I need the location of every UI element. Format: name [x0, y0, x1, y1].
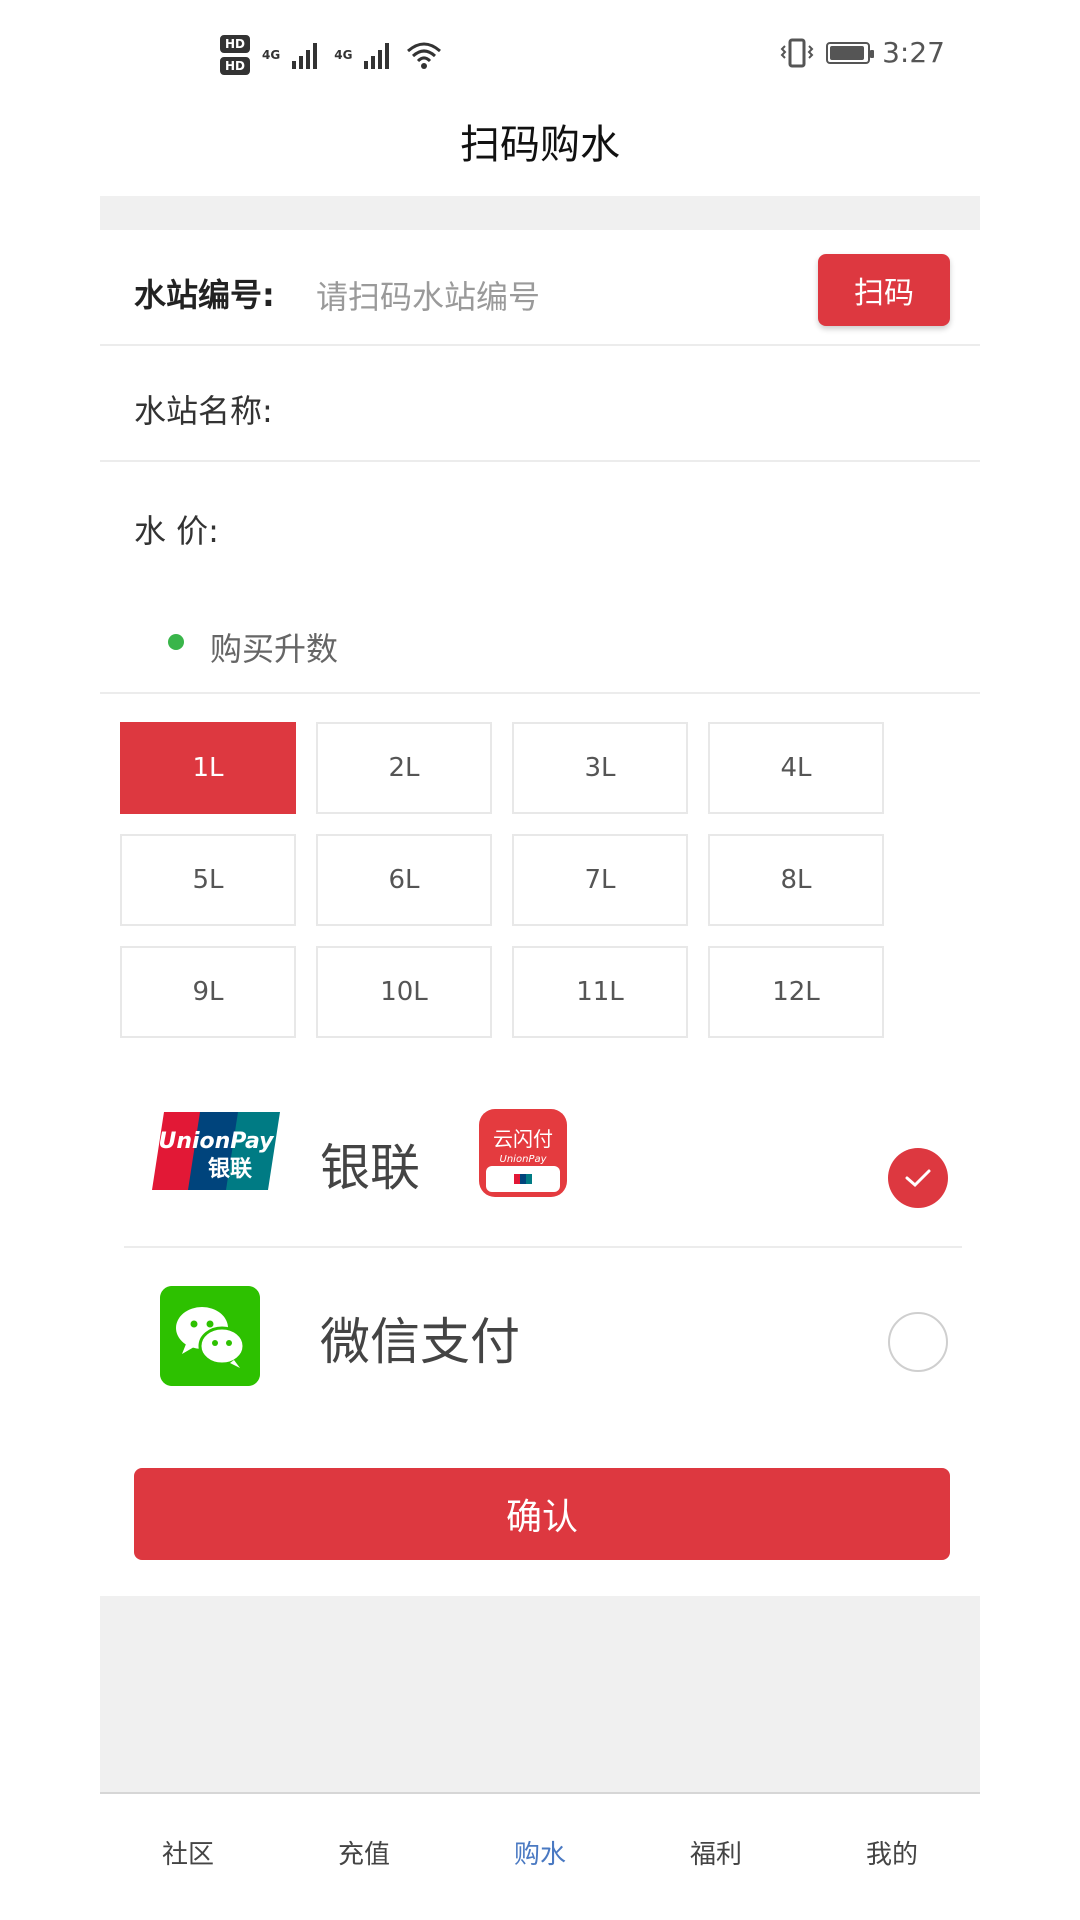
liter-option-5L[interactable]: 5L [120, 834, 296, 926]
divider [100, 692, 980, 694]
check-icon [905, 1169, 931, 1188]
page-title: 扫码购水 [460, 122, 620, 168]
battery-icon [826, 41, 875, 64]
liter-option-2L[interactable]: 2L [316, 722, 492, 814]
liter-option-8L[interactable]: 8L [708, 834, 884, 926]
svg-text:银联: 银联 [208, 1157, 252, 1182]
wechat-pay-radio[interactable] [888, 1312, 948, 1372]
svg-text:云闪付: 云闪付 [493, 1127, 553, 1151]
hd-badge: HD [220, 57, 251, 75]
confirm-button[interactable]: 确认 [134, 1468, 950, 1560]
yunshanfu-app-icon: 云闪付 UnionPay [479, 1109, 567, 1197]
liter-option-12L[interactable]: 12L [708, 946, 884, 1038]
liter-option-7L[interactable]: 7L [512, 834, 688, 926]
status-bar-left: HD HD 4G 4G [220, 30, 442, 80]
tab-community[interactable]: 社区 [100, 1794, 276, 1920]
liter-option-10L[interactable]: 10L [316, 946, 492, 1038]
clock: 3:27 [882, 36, 945, 69]
unionpay-logo-icon: UnionPay 银联 [152, 1112, 280, 1190]
signal-icon [364, 43, 390, 69]
liter-options: 1L 2L 3L 4L 5L 6L 7L 8L 9L 10L 11L 12L [120, 722, 884, 1038]
bottom-tab-bar: 社区 充值 购水 福利 我的 [100, 1794, 980, 1920]
divider [124, 1246, 962, 1248]
station-code-input[interactable]: 请扫码水站编号 [316, 272, 540, 318]
tab-benefits[interactable]: 福利 [628, 1794, 804, 1920]
wifi-icon [407, 42, 442, 69]
station-name-label: 水站名称: [134, 392, 273, 430]
tab-recharge[interactable]: 充值 [276, 1794, 452, 1920]
liter-option-6L[interactable]: 6L [316, 834, 492, 926]
liter-option-9L[interactable]: 9L [120, 946, 296, 1038]
network-type: 4G [262, 48, 281, 62]
wechat-logo-icon [160, 1286, 260, 1386]
bullet-dot [168, 634, 184, 650]
unionpay-radio-checked[interactable] [888, 1148, 948, 1208]
empty-area [100, 1596, 980, 1792]
liter-option-1L[interactable]: 1L [120, 722, 296, 814]
water-price-label: 水 价: [134, 512, 219, 550]
hd-badge: HD [220, 35, 251, 53]
section-divider [100, 196, 980, 230]
hd-indicators: HD HD [220, 35, 251, 75]
station-code-label: 水站编号: [134, 276, 275, 314]
svg-text:UnionPay: UnionPay [500, 1154, 548, 1165]
liter-option-11L[interactable]: 11L [512, 946, 688, 1038]
divider [100, 344, 980, 346]
unionpay-label: 银联 [320, 1139, 420, 1197]
tab-buy-water[interactable]: 购水 [452, 1794, 628, 1920]
divider [100, 460, 980, 462]
signal-icon [292, 43, 318, 69]
tab-mine[interactable]: 我的 [804, 1794, 980, 1920]
vibrate-icon [780, 38, 814, 67]
liter-option-3L[interactable]: 3L [512, 722, 688, 814]
network-type: 4G [334, 48, 353, 62]
status-bar-right: 3:27 [780, 36, 945, 69]
purchase-liters-heading: 购买升数 [210, 630, 339, 668]
liter-option-4L[interactable]: 4L [708, 722, 884, 814]
wechat-pay-label: 微信支付 [320, 1313, 520, 1371]
scan-button[interactable]: 扫码 [818, 254, 950, 326]
svg-text:UnionPay: UnionPay [158, 1129, 275, 1154]
